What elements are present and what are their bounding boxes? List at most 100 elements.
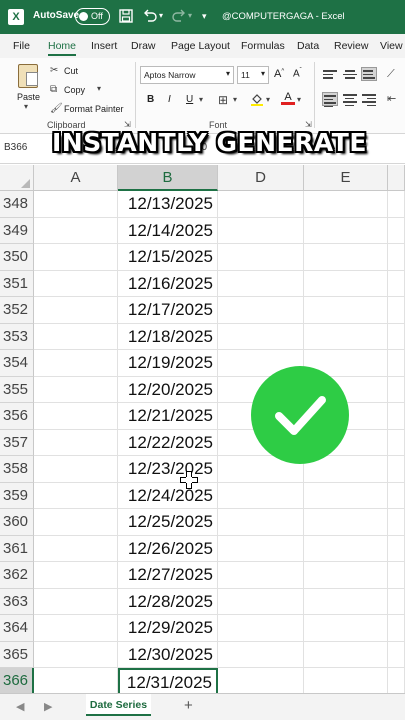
cell-d[interactable] xyxy=(218,509,304,536)
cell-next[interactable] xyxy=(388,641,405,668)
undo-icon[interactable] xyxy=(142,9,158,26)
row-header[interactable]: 350 xyxy=(0,244,34,271)
cell-next[interactable] xyxy=(388,509,405,536)
row-header[interactable]: 359 xyxy=(0,482,34,509)
cell-a[interactable] xyxy=(34,588,118,615)
italic-button[interactable]: I xyxy=(168,94,171,105)
underline-dropdown-icon[interactable]: ▾ xyxy=(199,95,203,104)
cell-next[interactable] xyxy=(388,588,405,615)
cell-next[interactable] xyxy=(388,429,405,456)
cell-b[interactable]: 12/24/2025 xyxy=(118,482,218,509)
cell-next[interactable] xyxy=(388,615,405,642)
row-header[interactable]: 357 xyxy=(0,429,34,456)
row-header[interactable]: 356 xyxy=(0,403,34,430)
cell-next[interactable] xyxy=(388,562,405,589)
cell-b[interactable]: 12/26/2025 xyxy=(118,535,218,562)
tab-file[interactable]: File xyxy=(13,40,30,52)
copy-button[interactable]: Copy xyxy=(64,85,85,95)
undo-dropdown-icon[interactable]: ▾ xyxy=(159,9,163,23)
cell-a[interactable] xyxy=(34,429,118,456)
cell-next[interactable] xyxy=(388,535,405,562)
cell-next[interactable] xyxy=(388,376,405,403)
borders-icon[interactable]: ⊞ xyxy=(218,93,228,107)
tab-page-layout[interactable]: Page Layout xyxy=(171,40,230,52)
tab-formulas[interactable]: Formulas xyxy=(241,40,285,52)
cell-a[interactable] xyxy=(34,403,118,430)
orientation-icon[interactable]: ⟋ xyxy=(387,68,395,81)
decrease-indent-icon[interactable]: ⇤ xyxy=(387,92,396,105)
decrease-font-icon[interactable]: Aˇ xyxy=(293,68,302,79)
cell-a[interactable] xyxy=(34,668,118,695)
cell-d[interactable] xyxy=(218,641,304,668)
cell-b[interactable]: 12/22/2025 xyxy=(118,429,218,456)
cell-e[interactable] xyxy=(304,562,388,589)
cell-e[interactable] xyxy=(304,270,388,297)
cell-a[interactable] xyxy=(34,615,118,642)
save-icon[interactable] xyxy=(119,9,133,26)
row-header[interactable]: 360 xyxy=(0,509,34,536)
cell-d[interactable] xyxy=(218,588,304,615)
cell-a[interactable] xyxy=(34,641,118,668)
redo-icon[interactable] xyxy=(171,9,187,26)
tab-draw[interactable]: Draw xyxy=(131,40,156,52)
cell-e[interactable] xyxy=(304,509,388,536)
cell-a[interactable] xyxy=(34,297,118,324)
cell-a[interactable] xyxy=(34,217,118,244)
sheet-prev-icon[interactable]: ◀ xyxy=(16,700,24,713)
cell-d[interactable] xyxy=(218,244,304,271)
cell-a[interactable] xyxy=(34,270,118,297)
cut-button[interactable]: Cut xyxy=(64,66,78,76)
cell-e[interactable] xyxy=(304,641,388,668)
cell-d[interactable] xyxy=(218,323,304,350)
font-name-select[interactable]: Aptos Narrow ▾ xyxy=(140,66,234,84)
cell-e[interactable] xyxy=(304,323,388,350)
tab-view[interactable]: View xyxy=(380,40,403,52)
cell-d[interactable] xyxy=(218,217,304,244)
cell-b[interactable]: 12/28/2025 xyxy=(118,588,218,615)
cell-d[interactable] xyxy=(218,668,304,695)
sheet-next-icon[interactable]: ▶ xyxy=(44,700,52,713)
column-header-e[interactable]: E xyxy=(304,165,388,191)
cell-b[interactable]: 12/13/2025 xyxy=(118,191,218,218)
increase-font-icon[interactable]: A^ xyxy=(274,68,284,80)
row-header[interactable]: 366 xyxy=(0,668,34,695)
cell-d[interactable] xyxy=(218,191,304,218)
align-right-icon[interactable] xyxy=(361,92,377,106)
column-header-a[interactable]: A xyxy=(34,165,118,191)
row-header[interactable]: 352 xyxy=(0,297,34,324)
cell-next[interactable] xyxy=(388,350,405,377)
row-header[interactable]: 351 xyxy=(0,270,34,297)
font-color-icon[interactable]: A xyxy=(281,91,295,107)
row-header[interactable]: 364 xyxy=(0,615,34,642)
copy-dropdown-icon[interactable]: ▾ xyxy=(97,84,101,93)
paste-dropdown-icon[interactable]: ▾ xyxy=(24,102,28,111)
redo-dropdown-icon[interactable]: ▾ xyxy=(188,9,192,23)
cell-a[interactable] xyxy=(34,191,118,218)
cell-b[interactable]: 12/20/2025 xyxy=(118,376,218,403)
row-header[interactable]: 358 xyxy=(0,456,34,483)
bold-button[interactable]: B xyxy=(147,94,154,105)
add-sheet-icon[interactable]: + xyxy=(184,697,193,714)
name-box[interactable]: B366 xyxy=(4,142,27,153)
cell-b[interactable]: 12/29/2025 xyxy=(118,615,218,642)
cell-d[interactable] xyxy=(218,615,304,642)
fill-color-icon[interactable] xyxy=(250,92,264,107)
cell-next[interactable] xyxy=(388,217,405,244)
row-header[interactable]: 354 xyxy=(0,350,34,377)
cell-d[interactable] xyxy=(218,535,304,562)
column-header-next[interactable] xyxy=(388,165,405,191)
column-header-b[interactable]: B xyxy=(118,165,218,191)
active-cell[interactable]: 12/31/2025 xyxy=(118,668,218,695)
autosave-toggle[interactable]: Off xyxy=(75,8,110,25)
cell-next[interactable] xyxy=(388,403,405,430)
row-header[interactable]: 361 xyxy=(0,535,34,562)
cell-next[interactable] xyxy=(388,191,405,218)
tab-data[interactable]: Data xyxy=(297,40,319,52)
cell-e[interactable] xyxy=(304,217,388,244)
align-center-icon[interactable] xyxy=(342,92,358,106)
paste-icon[interactable] xyxy=(18,64,38,88)
cell-a[interactable] xyxy=(34,456,118,483)
cell-a[interactable] xyxy=(34,509,118,536)
cell-b[interactable]: 12/27/2025 xyxy=(118,562,218,589)
align-middle-icon[interactable] xyxy=(342,68,358,82)
